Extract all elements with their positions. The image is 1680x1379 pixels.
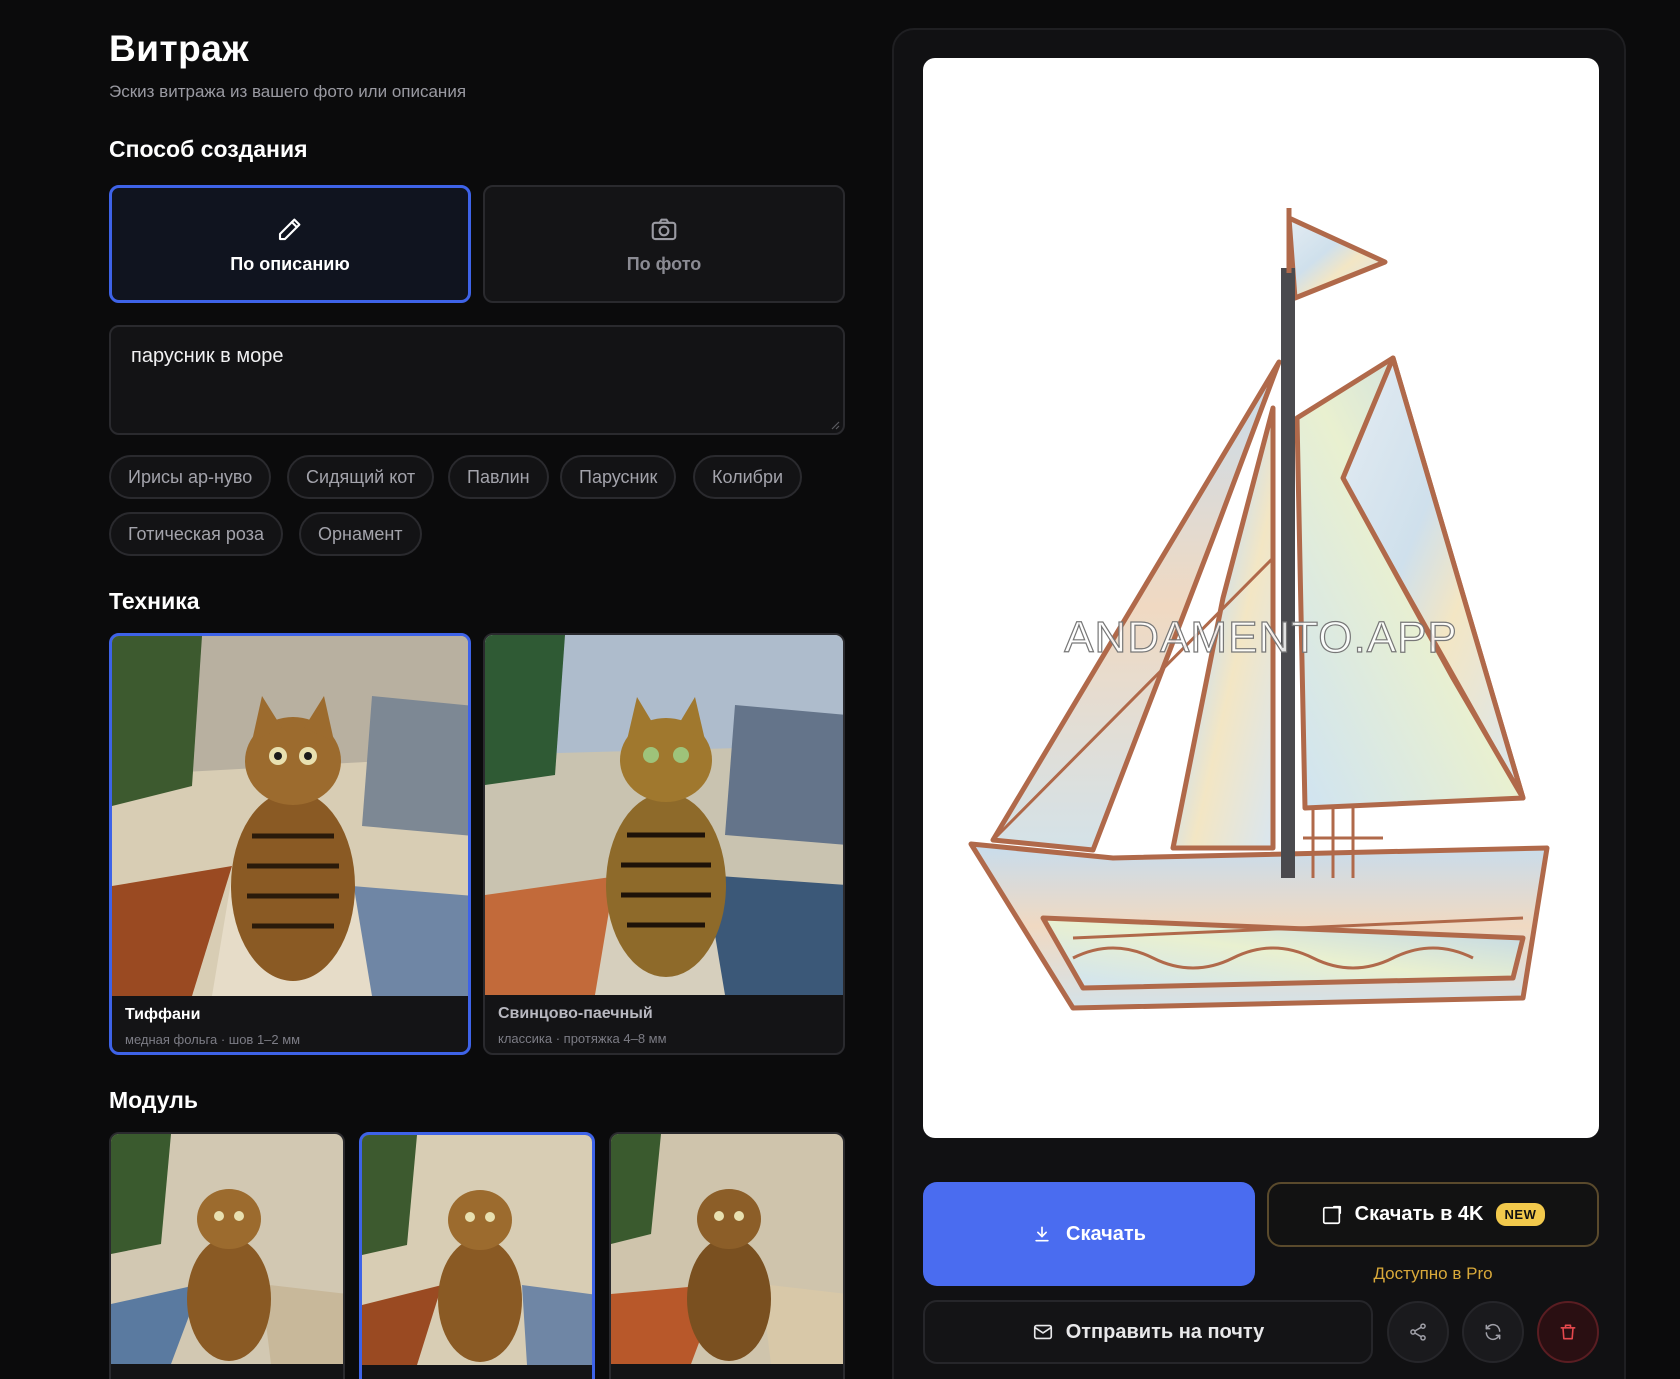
refresh-icon	[1485, 1323, 1501, 1341]
preset-chip[interactable]: Сидящий кот	[287, 455, 435, 499]
download-button[interactable]: Скачать	[923, 1182, 1255, 1286]
send-email-button[interactable]: Отправить на почту	[923, 1300, 1373, 1364]
cat-thumbnail-image	[485, 635, 843, 995]
preset-chip[interactable]: Парусник	[560, 455, 677, 499]
send-email-label: Отправить на почту	[1065, 1320, 1265, 1343]
preset-chip[interactable]: Орнамент	[299, 512, 422, 556]
camera-icon	[651, 218, 677, 240]
sailboat-stained-glass-image	[968, 208, 1550, 1011]
preset-chip[interactable]: Павлин	[448, 455, 549, 499]
technique-section-title: Техника	[109, 588, 200, 614]
mail-icon	[1033, 1324, 1052, 1340]
page-subtitle: Эскиз витража из вашего фото или описани…	[109, 82, 467, 101]
watermark-text: ANDAMENTO.APP	[1064, 612, 1458, 662]
stained-glass-preview: ANDAMENTO.APP	[923, 58, 1599, 1138]
pencil-icon	[278, 218, 301, 240]
resize-grip-icon[interactable]	[830, 420, 840, 430]
mode-by-photo[interactable]: По фото	[483, 185, 845, 303]
technique-name: Тиффани	[125, 1006, 201, 1023]
technique-description: классика · протяжка 4–8 мм	[498, 1031, 667, 1046]
technique-description: медная фольга · шов 1–2 мм	[125, 1032, 301, 1047]
module-option[interactable]	[109, 1132, 345, 1379]
preset-chip[interactable]: Ирисы ар-нуво	[109, 455, 272, 499]
cat-thumbnail-image	[112, 636, 468, 996]
trash-icon	[1560, 1324, 1576, 1340]
share-button[interactable]	[1387, 1301, 1449, 1363]
download-label: Скачать	[1066, 1222, 1146, 1245]
description-textarea[interactable]: парусник в море	[109, 325, 845, 435]
share-icon	[1410, 1323, 1426, 1341]
cat-thumbnail-image	[611, 1134, 843, 1364]
download-4k-label: Скачать в 4K	[1354, 1203, 1484, 1225]
page-title: Витраж	[109, 28, 249, 69]
pro-availability-note: Доступно в Pro	[1373, 1264, 1493, 1283]
download-icon	[1035, 1226, 1049, 1242]
preset-chip[interactable]: Готическая роза	[109, 512, 283, 556]
regenerate-button[interactable]	[1462, 1301, 1524, 1363]
module-option[interactable]	[359, 1132, 595, 1379]
download-4k-button[interactable]: Скачать в 4K NEW	[1267, 1182, 1599, 1247]
module-option[interactable]	[609, 1132, 845, 1379]
mode-label: По описанию	[230, 253, 350, 274]
creation-section-title: Способ создания	[109, 136, 308, 162]
mode-label: По фото	[626, 253, 702, 274]
new-badge: NEW	[1495, 1203, 1546, 1226]
technique-name: Свинцово-паечный	[498, 1005, 653, 1022]
mode-by-description[interactable]: По описанию	[109, 185, 471, 303]
preset-chip[interactable]: Колибри	[693, 455, 803, 499]
technique-option-lead[interactable]: Свинцово-паечный классика · протяжка 4–8…	[483, 633, 845, 1055]
module-section-title: Модуль	[109, 1087, 199, 1113]
expand-icon	[1322, 1205, 1341, 1224]
result-panel: ANDAMENTO.APP Скачать Скачать в 4K NEW Д…	[892, 28, 1626, 1379]
description-value: парусник в море	[131, 345, 284, 367]
technique-option-tiffany[interactable]: Тиффани медная фольга · шов 1–2 мм	[109, 633, 471, 1055]
delete-button[interactable]	[1537, 1301, 1599, 1363]
cat-thumbnail-image	[362, 1135, 592, 1365]
cat-thumbnail-image	[111, 1134, 343, 1364]
